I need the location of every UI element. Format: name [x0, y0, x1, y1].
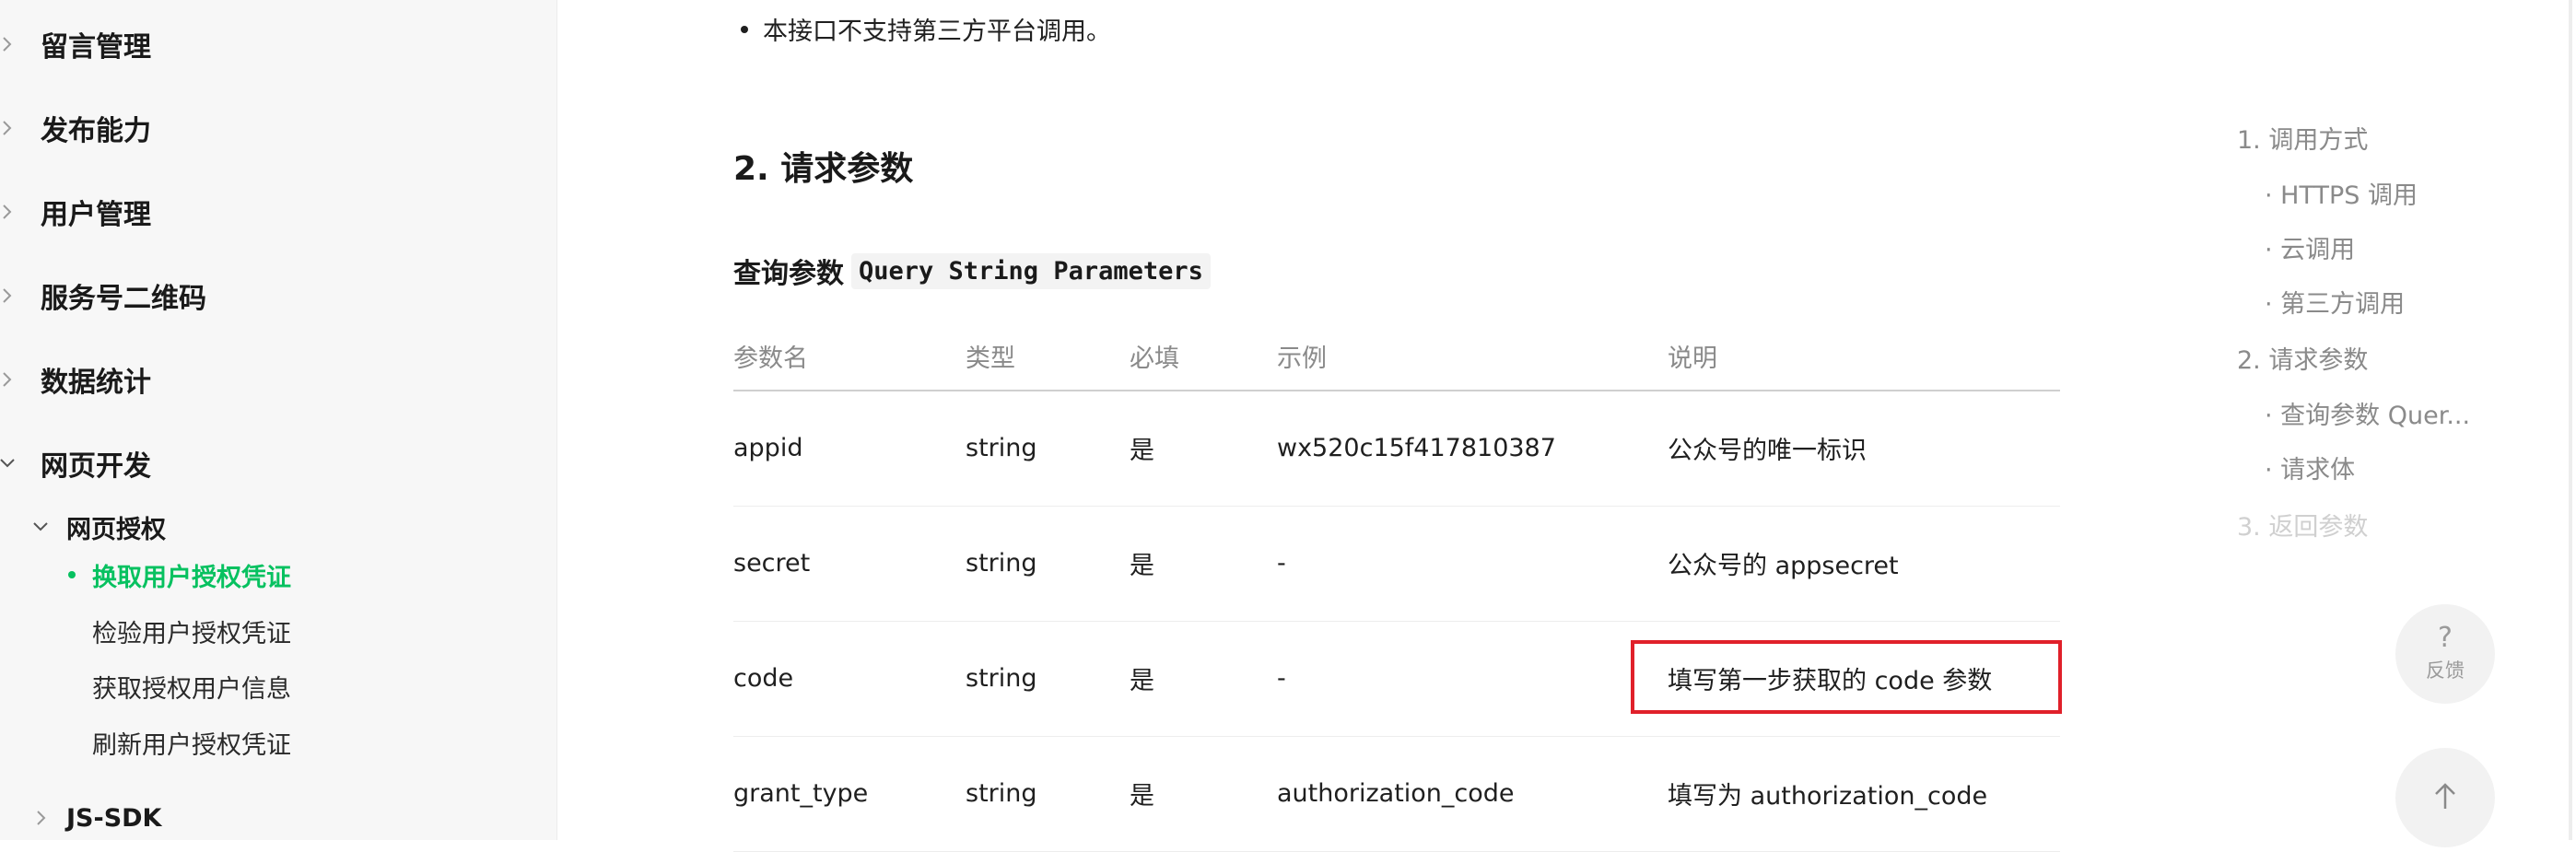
main-content: 本接口不支持第三方平台调用。 2. 请求参数 查询参数 Query String…	[558, 0, 2217, 852]
cell-desc-text: 填写第一步获取的 code 参数	[1668, 667, 1993, 695]
cell-name: secret	[733, 506, 966, 622]
question-icon: ?	[2438, 622, 2453, 654]
sidebar-item-label: 服务号二维码	[41, 283, 206, 315]
cell-desc: 公众号的唯一标识	[1668, 391, 2060, 507]
cell-required: 是	[1130, 506, 1277, 622]
cell-required: 是	[1130, 621, 1277, 737]
col-header-example: 示例	[1277, 322, 1668, 391]
toc-item-request-params[interactable]: 2. 请求参数	[2237, 340, 2368, 376]
toc-item-call-method[interactable]: 1. 调用方式	[2237, 120, 2368, 156]
sidebar-item-label: 获取授权用户信息	[92, 674, 291, 704]
chevron-right-icon	[0, 370, 17, 389]
chevron-down-icon	[0, 454, 17, 473]
sidebar-item-label: 网页授权	[66, 515, 166, 544]
sidebar-item-label: 网页开发	[41, 450, 151, 483]
sidebar-item-label: 检验用户授权凭证	[92, 619, 291, 648]
subsection-title-code: Query String Parameters	[851, 252, 1211, 289]
col-header-name: 参数名	[733, 322, 966, 391]
cell-name: grant_type	[733, 736, 966, 852]
arrow-up-icon	[2431, 781, 2459, 814]
cell-desc: 公众号的 appsecret	[1668, 506, 2060, 622]
toc-item-third-party[interactable]: · 第三方调用	[2265, 284, 2405, 320]
toc-item-return-params[interactable]: 3. 返回参数	[2237, 507, 2368, 543]
chevron-right-icon	[0, 286, 17, 305]
cell-desc-highlighted: 填写第一步获取的 code 参数	[1631, 621, 2062, 737]
cell-example: wx520c15f417810387	[1277, 391, 1668, 507]
col-header-type: 类型	[966, 322, 1130, 391]
cell-type: string	[966, 621, 1130, 737]
table-row: appid string 是 wx520c15f417810387 公众号的唯一…	[733, 391, 2060, 507]
cell-name: code	[733, 621, 966, 737]
feedback-button[interactable]: ? 反馈	[2395, 604, 2495, 704]
col-header-required: 必填	[1130, 322, 1277, 391]
chevron-down-icon	[31, 519, 50, 537]
table-row: secret string 是 - 公众号的 appsecret	[733, 506, 2060, 622]
table-header-row: 参数名 类型 必填 示例 说明	[733, 322, 2060, 391]
sidebar-item-label: 数据统计	[41, 367, 151, 399]
sidebar-item-label: JS-SDK	[66, 803, 162, 833]
cell-required: 是	[1130, 736, 1277, 852]
toc-item-query-params[interactable]: · 查询参数 Quer...	[2265, 395, 2470, 431]
chevron-right-icon	[0, 35, 17, 53]
sidebar-item-label: 用户管理	[41, 199, 151, 231]
scrollbar[interactable]	[2569, 0, 2572, 840]
col-header-desc: 说明	[1668, 322, 2060, 391]
sidebar-item-label: 留言管理	[41, 31, 151, 64]
cell-desc: 填写为 authorization_code	[1668, 736, 2060, 852]
toc-item-https[interactable]: · HTTPS 调用	[2265, 175, 2418, 211]
table-row: code string 是 - 填写第一步获取的 code 参数	[733, 621, 2062, 737]
section-title: 2. 请求参数	[733, 150, 914, 188]
params-table: 参数名 类型 必填 示例 说明 appid string 是 wx520c15f…	[733, 322, 2062, 852]
feedback-label: 反馈	[2426, 659, 2465, 682]
chevron-right-icon	[0, 203, 17, 221]
back-to-top-button[interactable]	[2395, 748, 2495, 847]
cell-type: string	[966, 391, 1130, 507]
note-bullet: 本接口不支持第三方平台调用。	[741, 11, 1111, 47]
chevron-right-icon	[0, 119, 17, 137]
cell-name: appid	[733, 391, 966, 507]
table-of-contents: 1. 调用方式 · HTTPS 调用 · 云调用 · 第三方调用 2. 请求参数…	[2237, 0, 2513, 840]
toc-item-cloud[interactable]: · 云调用	[2265, 229, 2355, 265]
cell-required: 是	[1130, 391, 1277, 507]
cell-example: -	[1277, 506, 1668, 622]
cell-example: authorization_code	[1277, 736, 1668, 852]
subsection-title: 查询参数 Query String Parameters	[733, 251, 1211, 291]
cell-type: string	[966, 736, 1130, 852]
sidebar-item-label: 刷新用户授权凭证	[92, 730, 291, 760]
cell-type: string	[966, 506, 1130, 622]
table-row: grant_type string 是 authorization_code 填…	[733, 736, 2060, 852]
sidebar-item-label: 换取用户授权凭证	[92, 563, 291, 592]
chevron-right-icon	[35, 809, 48, 831]
sidebar: 留言管理 发布能力 用户管理 服务号二维码 数据统计 网页开发 网页授权 换取用…	[0, 0, 557, 840]
active-dot	[68, 571, 76, 578]
sidebar-item-label: 发布能力	[41, 115, 151, 147]
cell-example: -	[1277, 621, 1668, 737]
toc-item-request-body[interactable]: · 请求体	[2265, 449, 2355, 485]
subsection-title-text: 查询参数	[733, 258, 844, 290]
